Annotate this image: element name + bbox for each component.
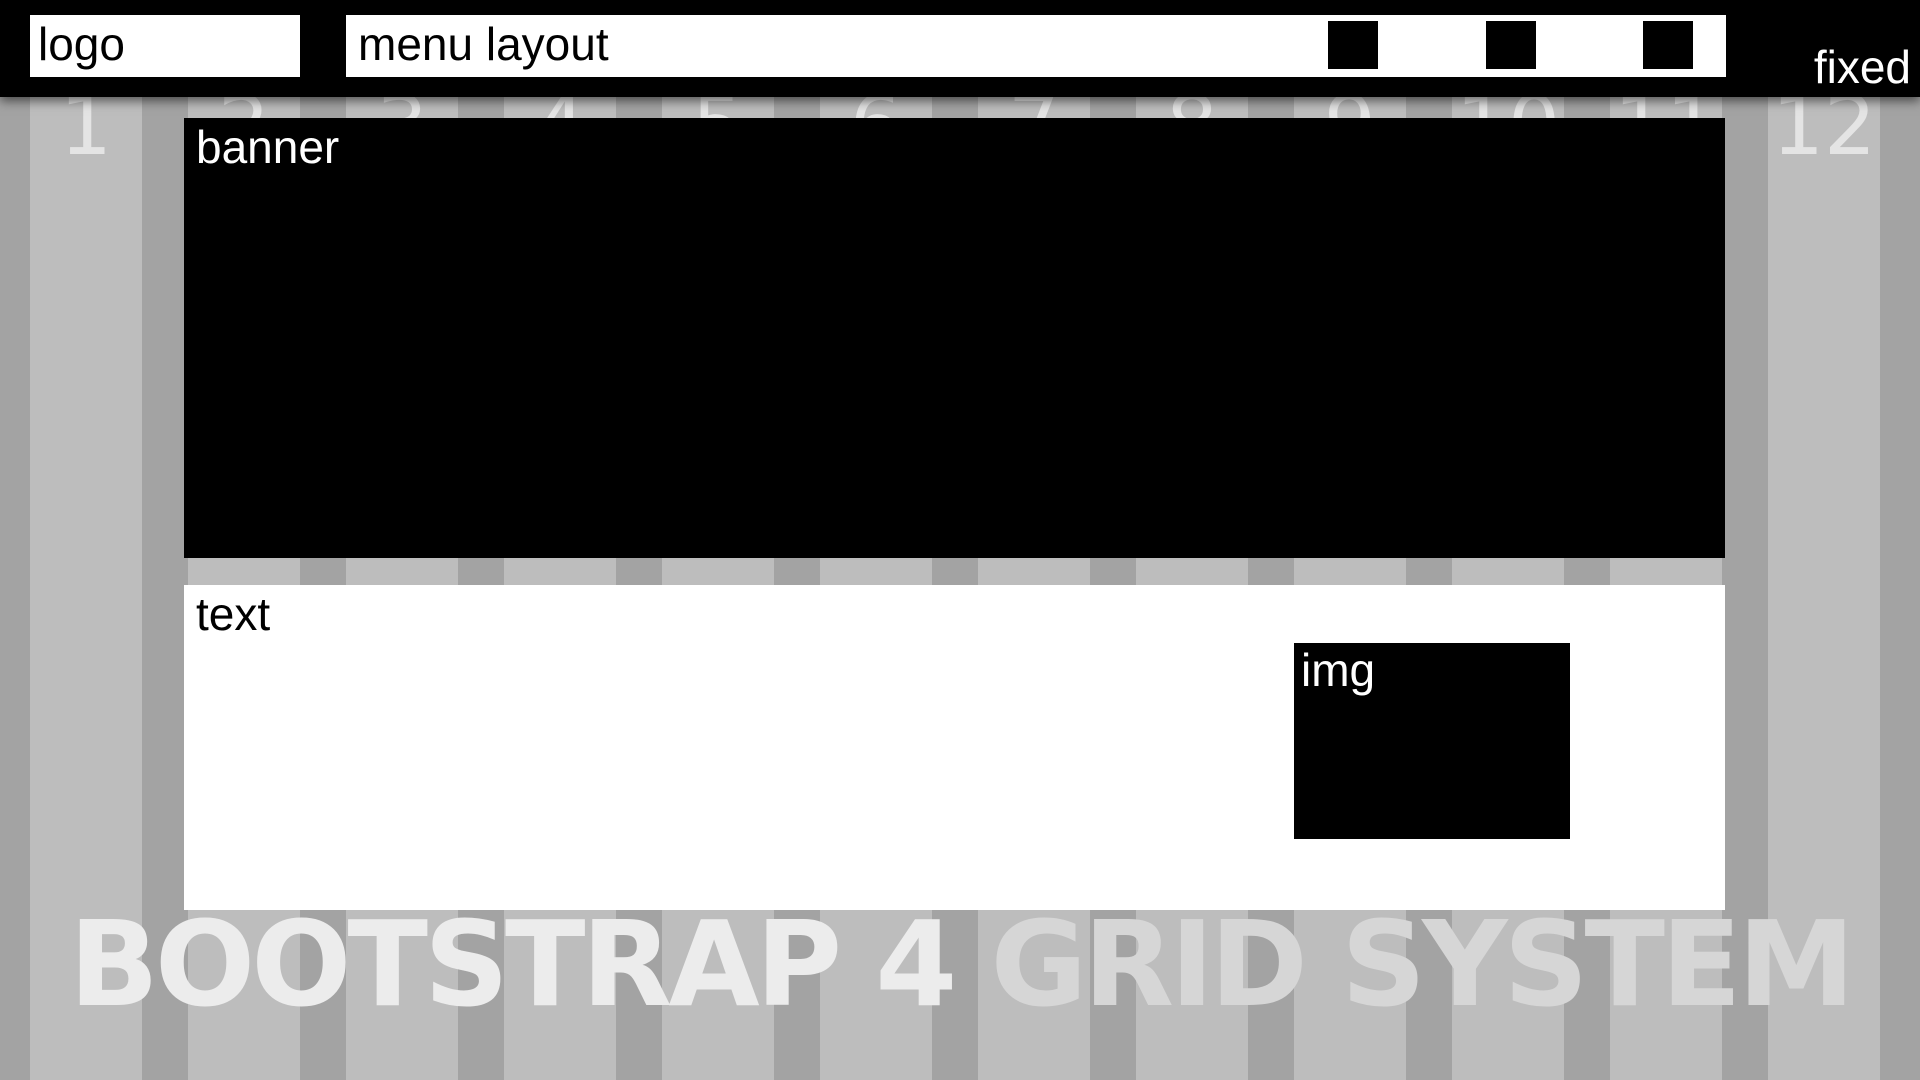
text-section: text img	[184, 585, 1725, 910]
menu-item-2[interactable]	[1486, 21, 1536, 69]
grid-column	[30, 0, 142, 1080]
grid-gutter	[1880, 0, 1920, 1080]
menu-item-3[interactable]	[1643, 21, 1693, 69]
menu-label: menu layout	[358, 18, 609, 70]
image-placeholder: img	[1294, 643, 1570, 839]
grid-gutter	[142, 0, 188, 1080]
grid-title: BOOTSTRAP 4 GRID SYSTEM	[0, 905, 1920, 1023]
grid-column-number: 1	[59, 79, 113, 174]
fixed-header: logo menu layout fixed	[0, 0, 1920, 97]
logo[interactable]: logo	[30, 15, 300, 77]
logo-label: logo	[38, 18, 125, 70]
grid-gutter	[1722, 0, 1768, 1080]
image-label: img	[1301, 644, 1376, 696]
grid-title-part-1: BOOTSTRAP 4	[68, 895, 957, 1033]
banner: banner	[184, 118, 1725, 558]
banner-label: banner	[196, 121, 340, 173]
menu-layout: menu layout	[346, 15, 1726, 77]
grid-column-number: 12	[1771, 79, 1877, 174]
page-canvas: 123456789101112 BOOTSTRAP 4 GRID SYSTEM …	[0, 0, 1920, 1080]
fixed-label: fixed	[1813, 41, 1911, 93]
grid-gutter	[0, 0, 30, 1080]
grid-title-part-2: GRID SYSTEM	[990, 895, 1855, 1033]
menu-item-1[interactable]	[1328, 21, 1378, 69]
text-label: text	[196, 588, 271, 640]
grid-column	[1768, 0, 1880, 1080]
